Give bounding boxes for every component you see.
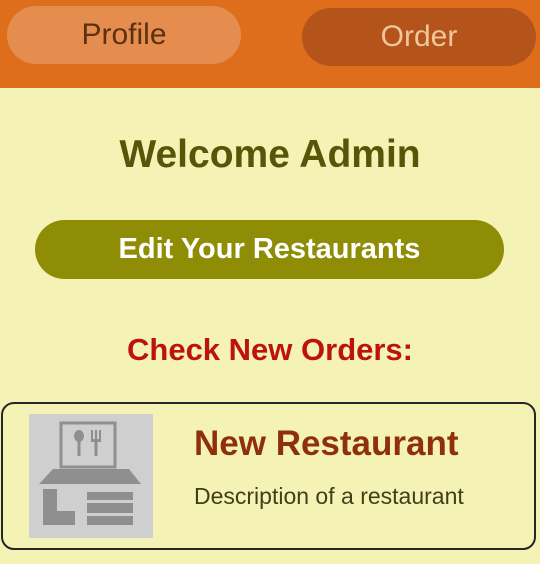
check-orders-heading: Check New Orders:: [127, 332, 413, 367]
restaurant-description: Description of a restaurant: [194, 483, 464, 509]
tab-profile-label: Profile: [81, 18, 167, 51]
restaurant-name: New Restaurant: [194, 424, 459, 463]
edit-restaurants-button-label: Edit Your Restaurants: [118, 233, 421, 265]
restaurant-card[interactable]: New Restaurant Description of a restaura…: [1, 402, 536, 550]
tab-order[interactable]: Order: [302, 8, 536, 66]
welcome-title: Welcome Admin: [119, 133, 421, 176]
edit-restaurants-button[interactable]: Edit Your Restaurants: [35, 220, 504, 279]
restaurant-storefront-icon: [29, 414, 153, 538]
top-tab-bar: Profile Order: [0, 0, 540, 88]
tab-order-label: Order: [380, 20, 458, 53]
tab-profile[interactable]: Profile: [7, 6, 241, 64]
